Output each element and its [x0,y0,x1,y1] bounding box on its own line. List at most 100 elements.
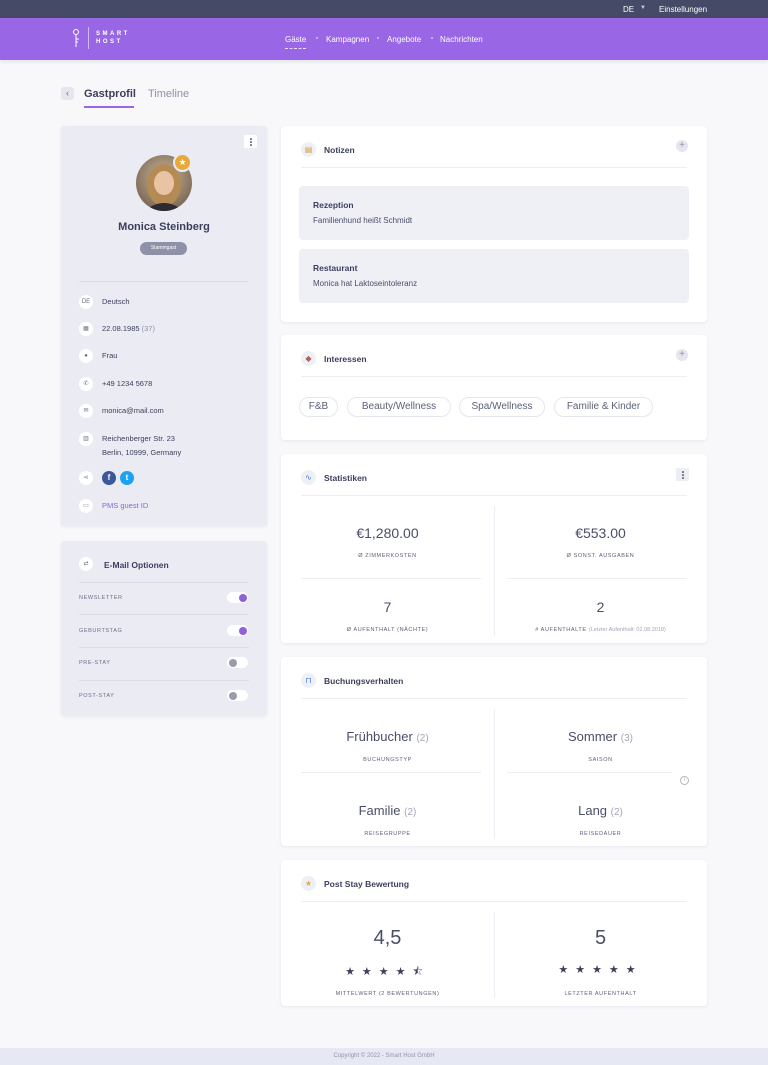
statistics-menu-button[interactable] [676,468,689,481]
divider [79,680,249,681]
divider [301,578,481,579]
note-item[interactable]: Restaurant Monica hat Laktoseintoleranz [299,249,689,303]
booking-behavior-card: ⊓ Buchungsverhalten i Frühbucher (2) BUC… [281,657,707,846]
note-text: Monica hat Laktoseintoleranz [313,279,418,288]
other-expenses-label: Ø SONST. AUSGABEN [566,553,635,559]
nav-item-kampagnen[interactable]: Kampagnen [326,35,369,44]
tab-timeline[interactable]: Timeline [148,88,189,100]
room-cost-value: €1,280.00 [356,525,419,541]
average-rating-value: 4,5 [373,927,402,949]
nav-item-nachrichten[interactable]: Nachrichten [440,35,483,44]
trend-chart-icon: ∿ [301,470,316,485]
travel-group-value: Familie (2) [358,803,417,818]
birthday-cake-icon: ▦ [79,322,93,336]
main-nav: SMART HOST Gäste Kampagnen Angebote Nach… [0,18,768,60]
brand-logo: SMART HOST [96,31,130,45]
language-icon: DE [79,295,93,309]
divider [79,614,249,615]
tag-icon: ◆ [301,351,316,366]
divider [79,582,249,583]
stays-value: 2 [596,599,605,615]
interest-chip[interactable]: F&B [299,397,338,417]
last-stay-rating-stars: ★★★★★ [558,964,643,976]
note-text: Familienhund heißt Schmidt [313,216,413,225]
booking-type-value: Frühbucher (2) [346,729,429,744]
statistics-card: ∿ Statistiken €1,280.00 Ø ZIMMERKOSTEN €… [281,454,707,643]
guest-name: Monica Steinberg [118,221,210,233]
note-icon: ▤ [301,142,316,157]
building-icon: ▥ [79,432,93,446]
statistics-title: Statistiken [324,473,367,483]
divider [301,698,687,699]
interest-chip[interactable]: Beauty/Wellness [347,397,451,417]
info-icon[interactable]: i [680,776,689,785]
guest-email[interactable]: monica@mail.com [102,404,164,418]
newsletter-toggle[interactable] [227,592,248,603]
stays-label: # AUFENTHALTE (Letzter Aufenthalt: 02.08… [535,627,666,633]
avg-stay-label: Ø AUFENTHALT (NÄCHTE) [346,627,429,633]
add-interest-button[interactable]: + [676,349,688,361]
back-button[interactable]: ‹ [61,87,74,100]
room-cost-label: Ø ZIMMERKOSTEN [358,553,417,559]
add-note-button[interactable]: + [676,140,688,152]
nav-separator [377,37,379,39]
phone-icon: ✆ [79,377,93,391]
option-label: PRE-STAY [79,660,111,666]
mail-icon: ✉ [79,404,93,418]
email-options-title: E-Mail Optionen [104,560,169,570]
note-title: Rezeption [313,200,354,210]
notes-title: Notizen [324,145,355,155]
average-rating-stars: ★★★★⯪ [345,966,430,978]
chevron-down-icon[interactable]: ▼ [640,5,646,11]
nav-separator [316,37,318,39]
divider [79,647,249,648]
bed-icon: ⊓ [301,673,316,688]
divider [494,912,495,998]
language-selector[interactable]: DE [623,5,634,14]
note-title: Restaurant [313,263,358,273]
profile-card: ★ Monica Steinberg Stammgast DE Deutsch … [61,126,267,526]
guest-address: Reichenberger Str. 23 Berlin, 10999, Ger… [102,434,182,457]
profile-menu-button[interactable] [244,135,257,148]
interests-card: ◆ Interessen + F&B Beauty/Wellness Spa/W… [281,335,707,440]
logo-icon [73,29,79,47]
divider [301,772,481,773]
swap-arrows-icon: ⇄ [79,557,93,571]
rating-title: Post Stay Bewertung [324,879,410,889]
guest-birthdate: 22.08.1985 (37) [102,324,155,333]
pre-stay-toggle[interactable] [227,657,248,668]
birthday-toggle[interactable] [227,625,248,636]
twitter-icon[interactable]: t [120,471,134,485]
pms-guest-id-link[interactable]: PMS guest ID [102,499,148,513]
note-item[interactable]: Rezeption Familienhund heißt Schmidt [299,186,689,240]
divider [301,901,687,902]
share-icon: ⋖ [79,471,93,485]
interest-chip[interactable]: Spa/Wellness [459,397,545,417]
option-label: GEBURTSTAG [79,628,123,634]
last-stay-rating-label: LETZTER AUFENTHALT [564,991,637,997]
guest-language: Deutsch [102,297,130,306]
travel-duration-label: REISEDAUER [579,831,622,837]
season-label: SAISON [588,757,613,763]
settings-link[interactable]: Einstellungen [659,5,707,14]
avg-stay-value: 7 [383,599,392,615]
option-label: POST-STAY [79,693,115,699]
status-badge: Stammgast [140,242,187,255]
post-stay-toggle[interactable] [227,690,248,701]
guest-gender: Frau [102,351,118,360]
nav-item-gaeste[interactable]: Gäste [285,35,307,49]
notes-card: ▤ Notizen + Rezeption Familienhund heißt… [281,126,707,322]
tab-gastprofil[interactable]: Gastprofil [84,88,136,108]
divider [301,495,687,496]
booking-type-label: BUCHUNGSTYP [363,757,412,763]
email-options-card: ⇄ E-Mail Optionen NEWSLETTER GEBURTSTAG … [61,541,267,716]
footer: Copyright © 2022 - Smart Host GmbH [0,1048,768,1065]
star-icon: ★ [301,876,316,891]
interest-chip[interactable]: Familie & Kinder [554,397,653,417]
guest-phone[interactable]: +49 1234 5678 [102,377,152,391]
vip-star-icon: ★ [173,153,192,172]
divider [507,772,672,773]
facebook-icon[interactable]: f [102,471,116,485]
nav-separator [431,37,433,39]
nav-item-angebote[interactable]: Angebote [387,35,421,44]
